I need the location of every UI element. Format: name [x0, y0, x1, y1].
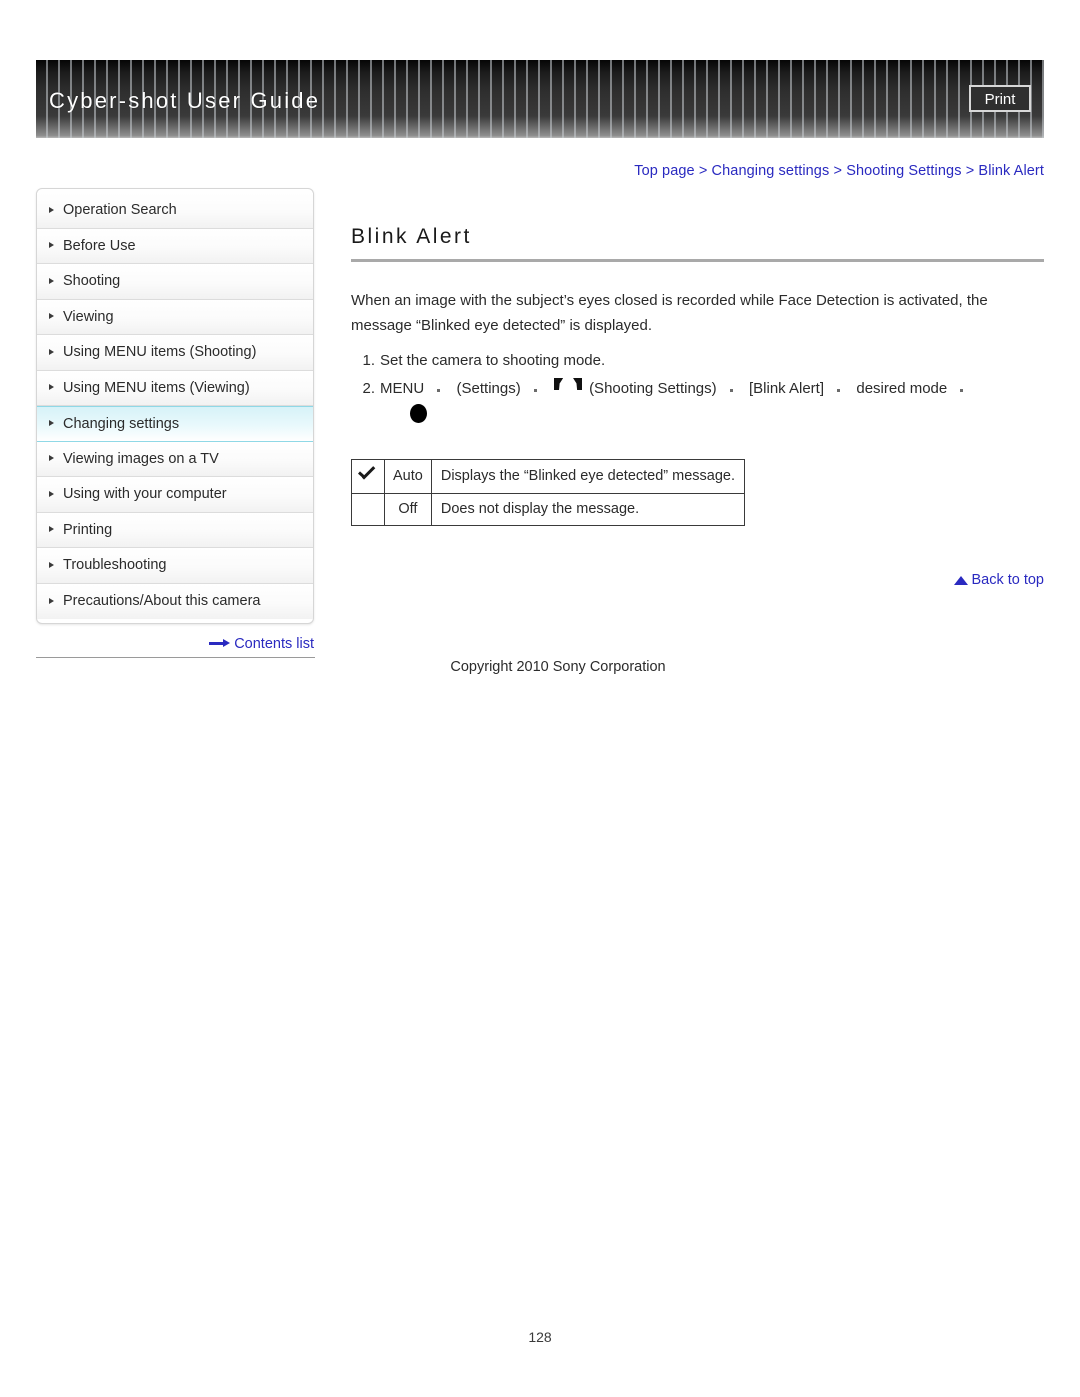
sidebar-item-using-menu-items-viewing[interactable]: Using MENU items (Viewing) [37, 370, 313, 406]
sidebar-item-label: Before Use [63, 237, 136, 254]
sidebar-nav: Operation Search Before Use Shooting Vie… [36, 188, 314, 624]
sidebar-item-changing-settings[interactable]: Changing settings [37, 406, 313, 442]
header-banner: Cyber-shot User Guide Print [36, 60, 1044, 138]
sidebar-item-viewing[interactable]: Viewing [37, 299, 313, 335]
settings-label: (Settings) [456, 380, 521, 397]
intro-paragraph: When an image with the subject’s eyes cl… [351, 292, 988, 334]
back-to-top-link[interactable]: Back to top [351, 572, 1044, 588]
step-number: 1 [351, 348, 375, 374]
triangle-right-icon [49, 313, 54, 320]
sidebar-item-label: Using with your computer [63, 486, 227, 502]
step-item-2: 2 MENU (Settings) (Shooting Settings) [B… [351, 376, 1044, 423]
triangle-right-icon [49, 384, 54, 391]
sidebar-item-operation-search[interactable]: Operation Search [37, 193, 313, 229]
back-to-top-label: Back to top [971, 572, 1044, 588]
page-number: 128 [528, 1329, 552, 1345]
desired-mode-label: desired mode [856, 380, 948, 397]
menu-button-label: MENU [380, 380, 425, 397]
table-cell-check [351, 459, 385, 494]
breadcrumb-item-shooting-settings[interactable]: Shooting Settings [846, 163, 961, 179]
breadcrumb-separator: > [698, 163, 708, 179]
shooting-settings-label: (Shooting Settings) [589, 380, 717, 397]
step-text: Set the camera to shooting mode. [380, 352, 606, 369]
triangle-right-icon [49, 597, 54, 604]
blink-alert-label: [Blink Alert] [748, 380, 825, 397]
sidebar-item-label: Shooting [63, 273, 121, 289]
step-item-1: 1 Set the camera to shooting mode. [351, 348, 1044, 374]
triangle-up-icon [954, 576, 969, 585]
table-cell-option-name: Auto [384, 459, 432, 494]
breadcrumb-item-top-page[interactable]: Top page [634, 163, 694, 179]
triangle-right-icon [49, 455, 54, 462]
step-number: 2 [351, 376, 375, 402]
steps-list: 1 Set the camera to shooting mode. 2 MEN… [351, 348, 1044, 423]
table-cell-description: Does not display the message. [430, 493, 746, 526]
app-title: Cyber-shot User Guide [49, 88, 321, 113]
table-cell-check [351, 493, 385, 526]
sidebar-item-label: Using MENU items (Viewing) [63, 379, 250, 396]
triangle-right-icon [49, 561, 54, 568]
contents-list-link[interactable]: Contents list [36, 636, 314, 652]
sidebar-item-using-menu-items-shooting[interactable]: Using MENU items (Shooting) [37, 335, 313, 371]
triangle-right-icon [49, 277, 54, 284]
sidebar-item-shooting[interactable]: Shooting [37, 264, 313, 300]
options-table: Auto Displays the “Blinked eye detected”… [351, 459, 746, 526]
table-cell-option-name: Off [384, 493, 432, 526]
triangle-right-icon [49, 348, 54, 355]
copyright-text: Copyright 2010 Sony Corporation [450, 659, 666, 675]
sidebar-item-label: Viewing images on a TV [63, 450, 219, 467]
sidebar-item-before-use[interactable]: Before Use [37, 228, 313, 264]
triangle-right-icon [49, 420, 54, 427]
sidebar-item-using-with-your-computer[interactable]: Using with your computer [37, 477, 313, 513]
shooting-settings-icon [553, 378, 589, 394]
sidebar-item-viewing-images-on-a-tv[interactable]: Viewing images on a TV [37, 441, 313, 477]
sidebar-item-label: Changing settings [63, 416, 180, 432]
arrow-right-icon [209, 638, 231, 648]
table-cell-description: Displays the “Blinked eye detected” mess… [430, 459, 746, 494]
triangle-right-icon [49, 526, 54, 533]
breadcrumb-separator: > [833, 163, 843, 179]
triangle-right-icon [49, 490, 54, 497]
sidebar-item-label: Operation Search [63, 202, 177, 218]
sidebar-item-label: Printing [63, 521, 113, 538]
breadcrumb-item-blink-alert[interactable]: Blink Alert [978, 163, 1044, 179]
breadcrumb-separator: > [965, 163, 975, 179]
page-title: Blink Alert [351, 225, 472, 248]
sidebar-divider [36, 657, 315, 658]
sidebar-item-label: Precautions/About this camera [63, 592, 261, 609]
control-button-icon [410, 404, 427, 423]
triangle-right-icon [49, 206, 54, 213]
sidebar-item-label: Using MENU items (Shooting) [63, 344, 257, 360]
sidebar-item-troubleshooting[interactable]: Troubleshooting [37, 548, 313, 584]
title-divider [351, 259, 1044, 262]
sidebar-item-precautions-about-this-camera[interactable]: Precautions/About this camera [37, 583, 313, 619]
print-button[interactable]: Print [969, 85, 1031, 112]
breadcrumb: Top page > Changing settings > Shooting … [634, 163, 1044, 179]
sidebar-item-printing[interactable]: Printing [37, 512, 313, 548]
sidebar-item-label: Viewing [63, 308, 114, 325]
breadcrumb-item-changing-settings[interactable]: Changing settings [712, 163, 830, 179]
table-row: Off Does not display the message. [351, 493, 746, 526]
main-content: Blink Alert When an image with the subje… [351, 225, 1044, 526]
table-row: Auto Displays the “Blinked eye detected”… [351, 459, 746, 494]
sidebar-item-label: Troubleshooting [63, 557, 167, 573]
triangle-right-icon [49, 242, 54, 249]
checkmark-icon [358, 465, 378, 481]
contents-list-label: Contents list [234, 636, 314, 652]
